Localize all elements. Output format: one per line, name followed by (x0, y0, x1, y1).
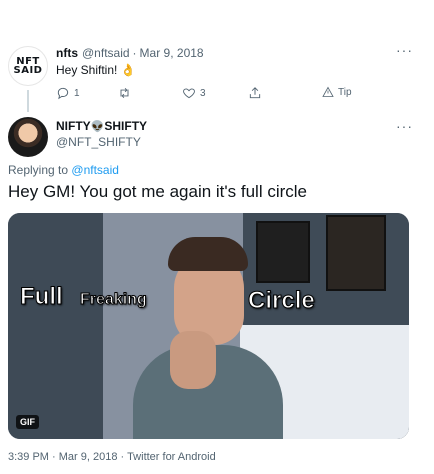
reply-tweet-header: NIFTY 👽 SHIFTY (56, 119, 147, 133)
parent-tweet-text-row: Hey Shiftin! 👌 (56, 63, 136, 77)
like-action[interactable]: 3 (182, 86, 206, 100)
gif-person-hand (170, 331, 216, 389)
avatar-text-said: SAID (13, 65, 43, 76)
gif-person-hair (168, 237, 248, 271)
tip-label: Tip (338, 86, 352, 98)
author-name[interactable]: nfts (56, 46, 78, 60)
author-name-part1[interactable]: NIFTY (56, 119, 91, 133)
tweet-date[interactable]: Mar 9, 2018 (59, 451, 118, 463)
tip-action[interactable]: Tip (322, 86, 352, 98)
reply-tweet-text: Hey GM! You got me again it's full circl… (8, 182, 307, 201)
parent-tweet-header: nfts @nftsaid · Mar 9, 2018 (56, 46, 204, 60)
reply-action[interactable]: 1 (56, 86, 80, 100)
retweet-icon (117, 86, 132, 100)
gif-badge: GIF (16, 415, 39, 429)
gif-caption-full: Full (20, 283, 64, 311)
like-count: 3 (200, 87, 206, 99)
replying-to-link[interactable]: @nftsaid (71, 163, 119, 177)
retweet-action[interactable] (117, 86, 136, 100)
gif-wall-left (8, 213, 103, 439)
like-icon (182, 86, 196, 100)
dot-separator: · (132, 46, 137, 60)
reply-icon (56, 86, 70, 100)
dot-separator: · (120, 451, 125, 463)
thread-connector (27, 90, 29, 112)
author-handle[interactable]: @nftsaid (82, 46, 130, 60)
gif-caption-circle: Circle (248, 287, 316, 315)
tweet-time[interactable]: 3:39 PM (8, 451, 49, 463)
gif-poster-left (256, 221, 310, 283)
more-icon[interactable]: ··· (396, 42, 413, 58)
tweet-client: Twitter for Android (127, 451, 216, 463)
alien-emoji: 👽 (90, 120, 105, 133)
avatar-nftsaid[interactable]: NFT SAID (8, 46, 48, 86)
more-icon[interactable]: ··· (396, 118, 413, 134)
gif-poster-right (326, 215, 386, 291)
share-icon (248, 86, 262, 100)
parent-tweet-text: Hey Shiftin! (56, 63, 118, 77)
gif-caption-freaking: Freaking (80, 291, 148, 309)
tweet-metadata: 3:39 PM · Mar 9, 2018 · Twitter for Andr… (8, 451, 216, 463)
dot-separator: · (52, 451, 56, 463)
avatar-nft-shifty[interactable] (8, 117, 48, 157)
gif-media[interactable]: Full Freaking Circle GIF (8, 213, 409, 439)
tweet-date[interactable]: Mar 9, 2018 (140, 46, 204, 60)
tip-icon (322, 86, 334, 98)
replying-to: Replying to @nftsaid (8, 163, 119, 177)
share-action[interactable] (248, 86, 262, 100)
replying-to-label: Replying to (8, 163, 69, 177)
reply-count: 1 (74, 87, 80, 99)
author-handle[interactable]: @NFT_SHIFTY (56, 135, 141, 149)
ok-hand-emoji: 👌 (120, 63, 136, 77)
author-name-part2[interactable]: SHIFTY (104, 119, 147, 133)
